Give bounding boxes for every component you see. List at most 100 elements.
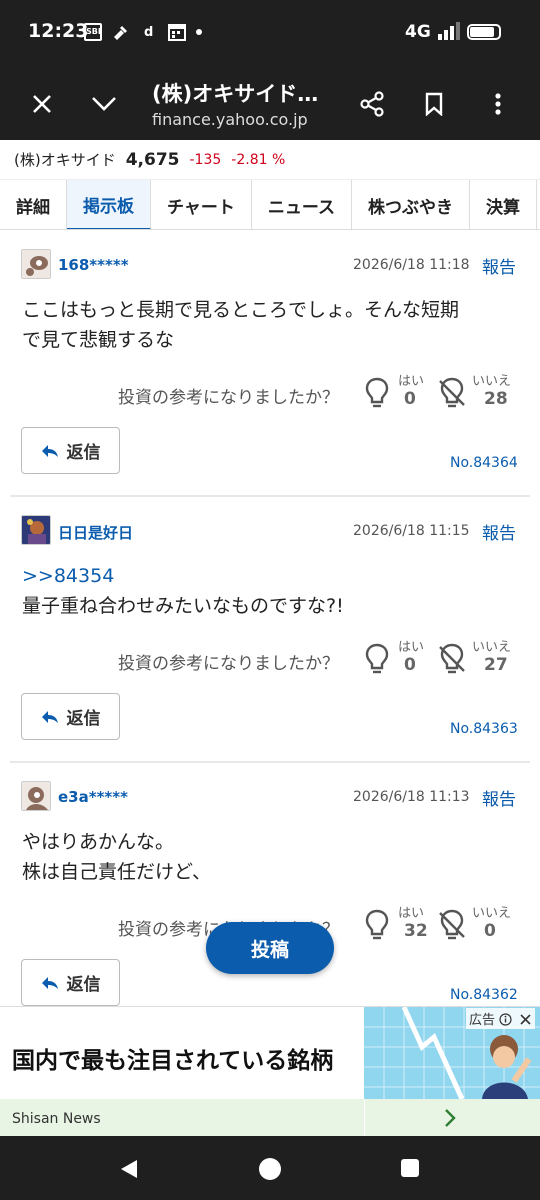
report-link[interactable]: 報告 (482, 785, 516, 810)
bookmark-button[interactable] (414, 84, 454, 124)
post-item: 168***** 2026/6/18 11:18 報告 ここはもっと長期で見ると… (0, 231, 540, 497)
no-label: いいえ (472, 640, 512, 655)
reply-arrow-icon (41, 976, 58, 989)
svg-text:d: d (144, 25, 153, 40)
yes-label: はい (398, 906, 425, 921)
post-line: 株は自己責任だけど、 (22, 861, 212, 883)
ad-label[interactable]: 広告 (466, 1008, 536, 1029)
lightbulb-off-icon[interactable] (438, 377, 466, 409)
reply-label: 返信 (66, 709, 101, 729)
reply-label: 返信 (66, 975, 101, 995)
report-link[interactable]: 報告 (482, 253, 516, 278)
yes-count: 0 (404, 655, 416, 675)
avatar[interactable] (21, 249, 51, 279)
yes-label: はい (398, 374, 425, 389)
more-menu-button[interactable] (478, 84, 518, 124)
stock-price: 4,675 (125, 149, 180, 170)
share-button[interactable] (352, 84, 392, 124)
close-icon (33, 95, 51, 113)
username[interactable]: 日日是好日 (58, 522, 133, 543)
reply-label: 返信 (66, 443, 101, 463)
post-body: >>84354 量子重ね合わせみたいなものですな?! (22, 561, 522, 621)
info-icon (499, 1013, 512, 1026)
more-vert-icon (495, 93, 501, 115)
ad-headline[interactable]: 国内で最も注目されている銘柄 (12, 1041, 333, 1075)
tab-bar: 詳細 掲示板 チャート ニュース 株つぶやき 決算 (0, 180, 540, 230)
chevron-down-icon (92, 97, 116, 111)
tab-tweets[interactable]: 株つぶやき (352, 180, 470, 229)
page-title: (株)オキサイド… (152, 82, 319, 106)
yes-count: 32 (404, 921, 428, 941)
calendar-icon (168, 24, 186, 41)
share-icon (360, 91, 384, 117)
stock-change-pct: -2.81 % (231, 151, 286, 168)
post-line: 量子重ね合わせみたいなものですな?! (22, 595, 344, 617)
post-line: で見て悲観するな (22, 329, 175, 351)
avatar[interactable] (21, 781, 51, 811)
username[interactable]: e3a***** (58, 788, 128, 806)
reply-button[interactable]: 返信 (21, 427, 120, 474)
signal-icon (438, 22, 460, 40)
post-date: 2026/6/18 11:13 (353, 789, 470, 805)
helpful-question: 投資の参考になりましたか？ (118, 654, 339, 674)
post-body: やはりあかんな。 株は自己責任だけど、 (22, 827, 522, 887)
chevron-right-icon (445, 1109, 456, 1127)
status-bar: 12:23 SBI d 4G (0, 0, 540, 66)
post-date: 2026/6/18 11:18 (353, 257, 470, 273)
reply-reference-link[interactable]: >>84354 (22, 561, 522, 591)
lightbulb-icon[interactable] (364, 377, 390, 409)
ad-open-button[interactable] (364, 1099, 540, 1137)
no-label: いいえ (472, 906, 512, 921)
recents-icon[interactable] (400, 1158, 420, 1178)
reply-button[interactable]: 返信 (21, 693, 120, 740)
avatar[interactable] (21, 515, 51, 545)
no-label: いいえ (472, 374, 512, 389)
reply-button[interactable]: 返信 (21, 959, 120, 1006)
lightbulb-icon[interactable] (364, 643, 390, 675)
tab-board[interactable]: 掲示板 (67, 180, 151, 229)
clock: 12:23 (28, 20, 89, 42)
stock-change: -135 (189, 151, 222, 168)
post-number[interactable]: No.84363 (450, 721, 518, 737)
system-nav-bar (0, 1136, 540, 1200)
post-number[interactable]: No.84364 (450, 455, 518, 471)
post-line: やはりあかんな。 (22, 831, 175, 853)
browser-toolbar: (株)オキサイド… finance.yahoo.co.jp (0, 66, 540, 140)
lightbulb-icon[interactable] (364, 909, 390, 941)
message-board: 168***** 2026/6/18 11:18 報告 ここはもっと長期で見ると… (0, 231, 540, 1006)
no-count: 28 (484, 389, 508, 409)
lightbulb-off-icon[interactable] (438, 643, 466, 675)
page-url: finance.yahoo.co.jp (152, 110, 308, 129)
tab-details[interactable]: 詳細 (0, 180, 67, 229)
tab-news[interactable]: ニュース (252, 180, 352, 229)
reply-arrow-icon (41, 710, 58, 723)
stock-summary: (株)オキサイド 4,675 -135 -2.81 % (0, 140, 540, 180)
no-count: 27 (484, 655, 508, 675)
lightbulb-off-icon[interactable] (438, 909, 466, 941)
yes-label: はい (398, 640, 425, 655)
ad-banner[interactable]: 国内で最も注目されている銘柄 Shisan News 広告 (0, 1006, 540, 1137)
report-link[interactable]: 報告 (482, 519, 516, 544)
tab-chart[interactable]: チャート (151, 180, 252, 229)
tool-icon (114, 26, 127, 40)
post-date: 2026/6/18 11:15 (353, 523, 470, 539)
docomo-icon: d (144, 25, 153, 40)
post-item: 日日是好日 2026/6/18 11:15 報告 >>84354 量子重ね合わせ… (0, 497, 540, 763)
username[interactable]: 168***** (58, 256, 129, 274)
more-notifications-dot (196, 29, 202, 35)
ad-label-text: 広告 (469, 1013, 496, 1028)
post-line: ここはもっと長期で見るところでしょ。そんな短期 (22, 299, 460, 321)
post-body: ここはもっと長期で見るところでしょ。そんな短期 で見て悲観するな (22, 295, 522, 355)
back-icon[interactable] (118, 1158, 140, 1180)
close-button[interactable] (22, 84, 62, 124)
collapse-button[interactable] (84, 84, 124, 124)
battery-icon (467, 24, 501, 40)
sbi-icon: SBI (84, 23, 102, 41)
reply-arrow-icon (41, 444, 58, 457)
post-number[interactable]: No.84362 (450, 987, 518, 1003)
new-post-button[interactable]: 投稿 (206, 922, 334, 974)
no-count: 0 (484, 921, 496, 941)
tab-earnings[interactable]: 決算 (470, 180, 537, 229)
home-icon[interactable] (258, 1157, 282, 1181)
close-ad-icon[interactable] (519, 1013, 532, 1026)
